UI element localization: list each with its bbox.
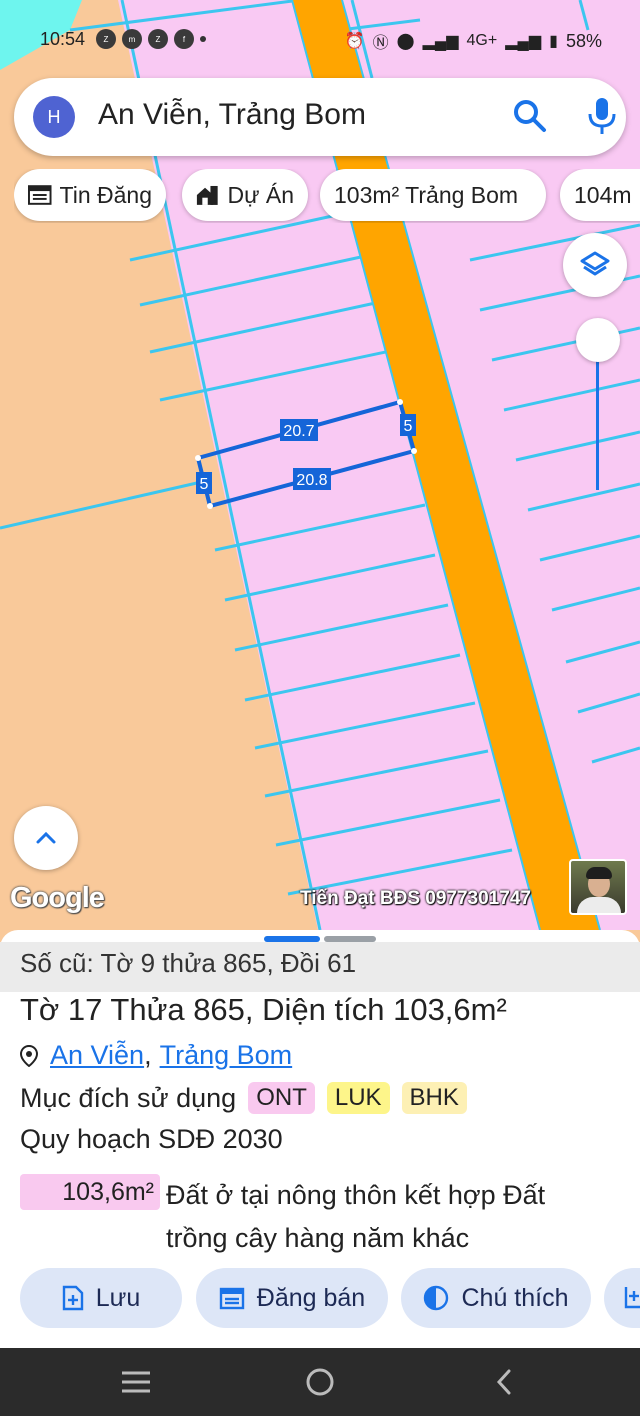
status-indicators: ⏰ Ⓝ ⬤ ▂▄▆ 4G+ ▂▄▆ ▮ 58%: [345, 29, 602, 53]
tag-ont[interactable]: ONT: [248, 1082, 315, 1114]
signal-icon-2: ▂▄▆: [505, 33, 542, 50]
chip-label: 103m² Trảng Bom: [334, 181, 519, 208]
location-separator: ,: [144, 1040, 152, 1070]
home-circle-icon: [306, 1368, 334, 1396]
zalo-icon: Z: [148, 29, 168, 49]
back-button[interactable]: [482, 1362, 526, 1402]
system-nav-bar: [0, 1348, 640, 1416]
sheet-handle[interactable]: [264, 936, 320, 942]
search-icon[interactable]: [512, 98, 548, 134]
filter-chips: Tin Đăng Dự Án 103m² Trảng Bom 104m: [14, 169, 640, 223]
plan-label: Quy hoạch SDĐ 2030: [20, 1124, 283, 1154]
save-add-icon: [62, 1285, 83, 1311]
facebook-icon: f: [174, 29, 194, 49]
status-app-icons: Z m Z f: [96, 29, 206, 49]
post-for-sale-label: Đăng bán: [256, 1283, 366, 1312]
slider-thumb[interactable]: [576, 318, 620, 362]
menu-icon: [122, 1371, 150, 1393]
tag-bhk[interactable]: BHK: [401, 1082, 467, 1114]
chip-projects[interactable]: Dự Án: [182, 169, 308, 221]
battery-icon: ▮: [549, 33, 558, 50]
save-label: Lưu: [95, 1283, 141, 1312]
status-time: 10:54: [40, 29, 86, 49]
home-button[interactable]: [298, 1362, 342, 1402]
alarm-icon: ⏰: [344, 33, 365, 50]
commune-link[interactable]: An Viễn: [50, 1040, 144, 1071]
network-type: 4G+: [466, 32, 498, 49]
battery-level: 58%: [565, 30, 602, 51]
chip-listings[interactable]: Tin Đăng: [14, 169, 166, 221]
recent-apps-button[interactable]: [114, 1362, 158, 1402]
search-bar[interactable]: H An Viễn, Trảng Bom: [14, 78, 626, 156]
search-query[interactable]: An Viễn, Trảng Bom: [98, 98, 366, 132]
contrast-icon: [424, 1285, 449, 1311]
zalo-icon: Z: [96, 29, 116, 49]
edge-label-top: 20.7: [283, 423, 314, 440]
post-for-sale-button[interactable]: Đăng bán: [196, 1268, 388, 1328]
listing-icon: [28, 185, 52, 205]
parcel-location: An Viễn , Trảng Bom: [20, 1040, 292, 1071]
opacity-slider[interactable]: [570, 310, 626, 490]
parcel-title: Tờ 17 Thửa 865, Diện tích 103,6m²: [20, 992, 507, 1027]
location-icon: ⬤: [396, 33, 415, 50]
sheet-handle-secondary[interactable]: [324, 936, 376, 942]
avatar[interactable]: H: [33, 96, 75, 138]
chip-search-history-1[interactable]: 103m² Trảng Bom: [320, 169, 546, 221]
chip-search-history-2[interactable]: 104m: [560, 169, 640, 221]
layers-icon: [580, 251, 610, 276]
plan-description: Đất ở tại nông thôn kết hợp Đất trồng câ…: [166, 1180, 546, 1253]
edge-label-left: 5: [200, 476, 209, 493]
save-button[interactable]: Lưu: [20, 1268, 182, 1328]
tag-luk[interactable]: LUK: [326, 1082, 390, 1114]
edge-label-right: 5: [404, 418, 413, 435]
mic-icon[interactable]: [586, 96, 618, 136]
signal-icon: ▂▄▆: [422, 33, 459, 50]
action-buttons: Lưu Đăng bán Chú thích: [0, 1268, 640, 1330]
location-pin-icon: [20, 1044, 38, 1067]
calendar-icon: [219, 1287, 244, 1310]
land-use-label: Mục đích sử dụng: [20, 1082, 237, 1113]
chevron-up-icon: [36, 831, 56, 844]
expand-sheet-button[interactable]: [14, 806, 78, 870]
old-parcel-ref: Số cũ: Tờ 9 thửa 865, Đồi 61: [20, 948, 357, 978]
slider-track[interactable]: [596, 350, 599, 490]
chip-label: Tin Đăng: [59, 181, 152, 208]
buildings-icon: [196, 185, 218, 205]
dot-icon: [200, 36, 206, 42]
back-chevron-icon: [496, 1369, 511, 1395]
legend-label: Chú thích: [461, 1283, 569, 1312]
land-use-row: Mục đích sử dụng ONT LUK BHK: [20, 1082, 467, 1114]
status-bar: 10:54 Z m Z f ⏰ Ⓝ ⬤ ▂▄▆ 4G+ ▂▄▆ ▮ 58%: [0, 0, 640, 78]
legend-button[interactable]: Chú thích: [401, 1268, 591, 1328]
google-logo: Google: [10, 882, 105, 914]
chip-label: 104m: [574, 181, 632, 208]
add-icon: [624, 1287, 640, 1309]
watermark-photo: [569, 859, 627, 915]
more-action-button[interactable]: [604, 1268, 640, 1328]
messenger-icon: m: [122, 29, 142, 49]
plan-area-badge: 103,6m²: [20, 1174, 160, 1210]
district-link[interactable]: Trảng Bom: [160, 1040, 293, 1071]
watermark-text: Tiến Đạt BĐS 0977301747: [300, 888, 531, 909]
nfc-icon: Ⓝ: [372, 35, 389, 52]
layers-button[interactable]: [563, 233, 627, 297]
edge-label-bottom: 20.8: [296, 472, 327, 489]
chip-label: Dự Án: [227, 181, 294, 208]
